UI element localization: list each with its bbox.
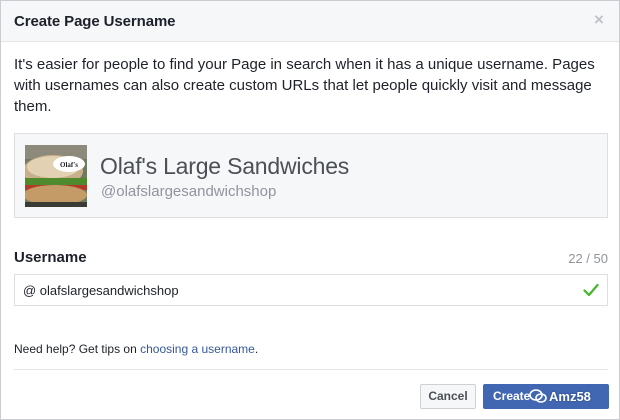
page-preview-card: Olaf's Olaf's Large Sandwiches @olafslar…: [14, 133, 608, 218]
help-prefix: Need help? Get tips on: [14, 342, 141, 356]
username-field: [14, 274, 608, 306]
dialog-header: Create Page Username ×: [1, 1, 619, 42]
character-count: 22 / 50: [568, 251, 608, 266]
checkmark-icon: [583, 283, 599, 297]
username-input[interactable]: [15, 275, 575, 305]
close-icon[interactable]: ×: [591, 11, 607, 28]
username-label-row: Username 22 / 50: [14, 249, 608, 267]
intro-text: It's easier for people to find your Page…: [14, 56, 595, 115]
help-text: Need help? Get tips on choosing a userna…: [14, 342, 258, 356]
footer-divider: [14, 369, 608, 370]
create-username-dialog: Create Page Username × It's easier for p…: [0, 0, 620, 420]
dialog-title: Create Page Username: [14, 13, 176, 30]
choosing-username-link[interactable]: choosing a username: [140, 342, 255, 356]
page-name: Olaf's Large Sandwiches: [100, 153, 350, 179]
page-handle: @olafslargesandwichshop: [101, 183, 277, 200]
username-label: Username: [14, 249, 87, 266]
cancel-button[interactable]: Cancel: [420, 384, 476, 409]
page-profile-picture: Olaf's: [25, 145, 87, 207]
thumb-label: Olaf's: [60, 161, 78, 169]
create-button-label: Create: [493, 389, 531, 403]
help-suffix: .: [254, 342, 259, 356]
sandwich-image: Olaf's: [25, 145, 87, 207]
create-button[interactable]: Create: [483, 384, 609, 409]
